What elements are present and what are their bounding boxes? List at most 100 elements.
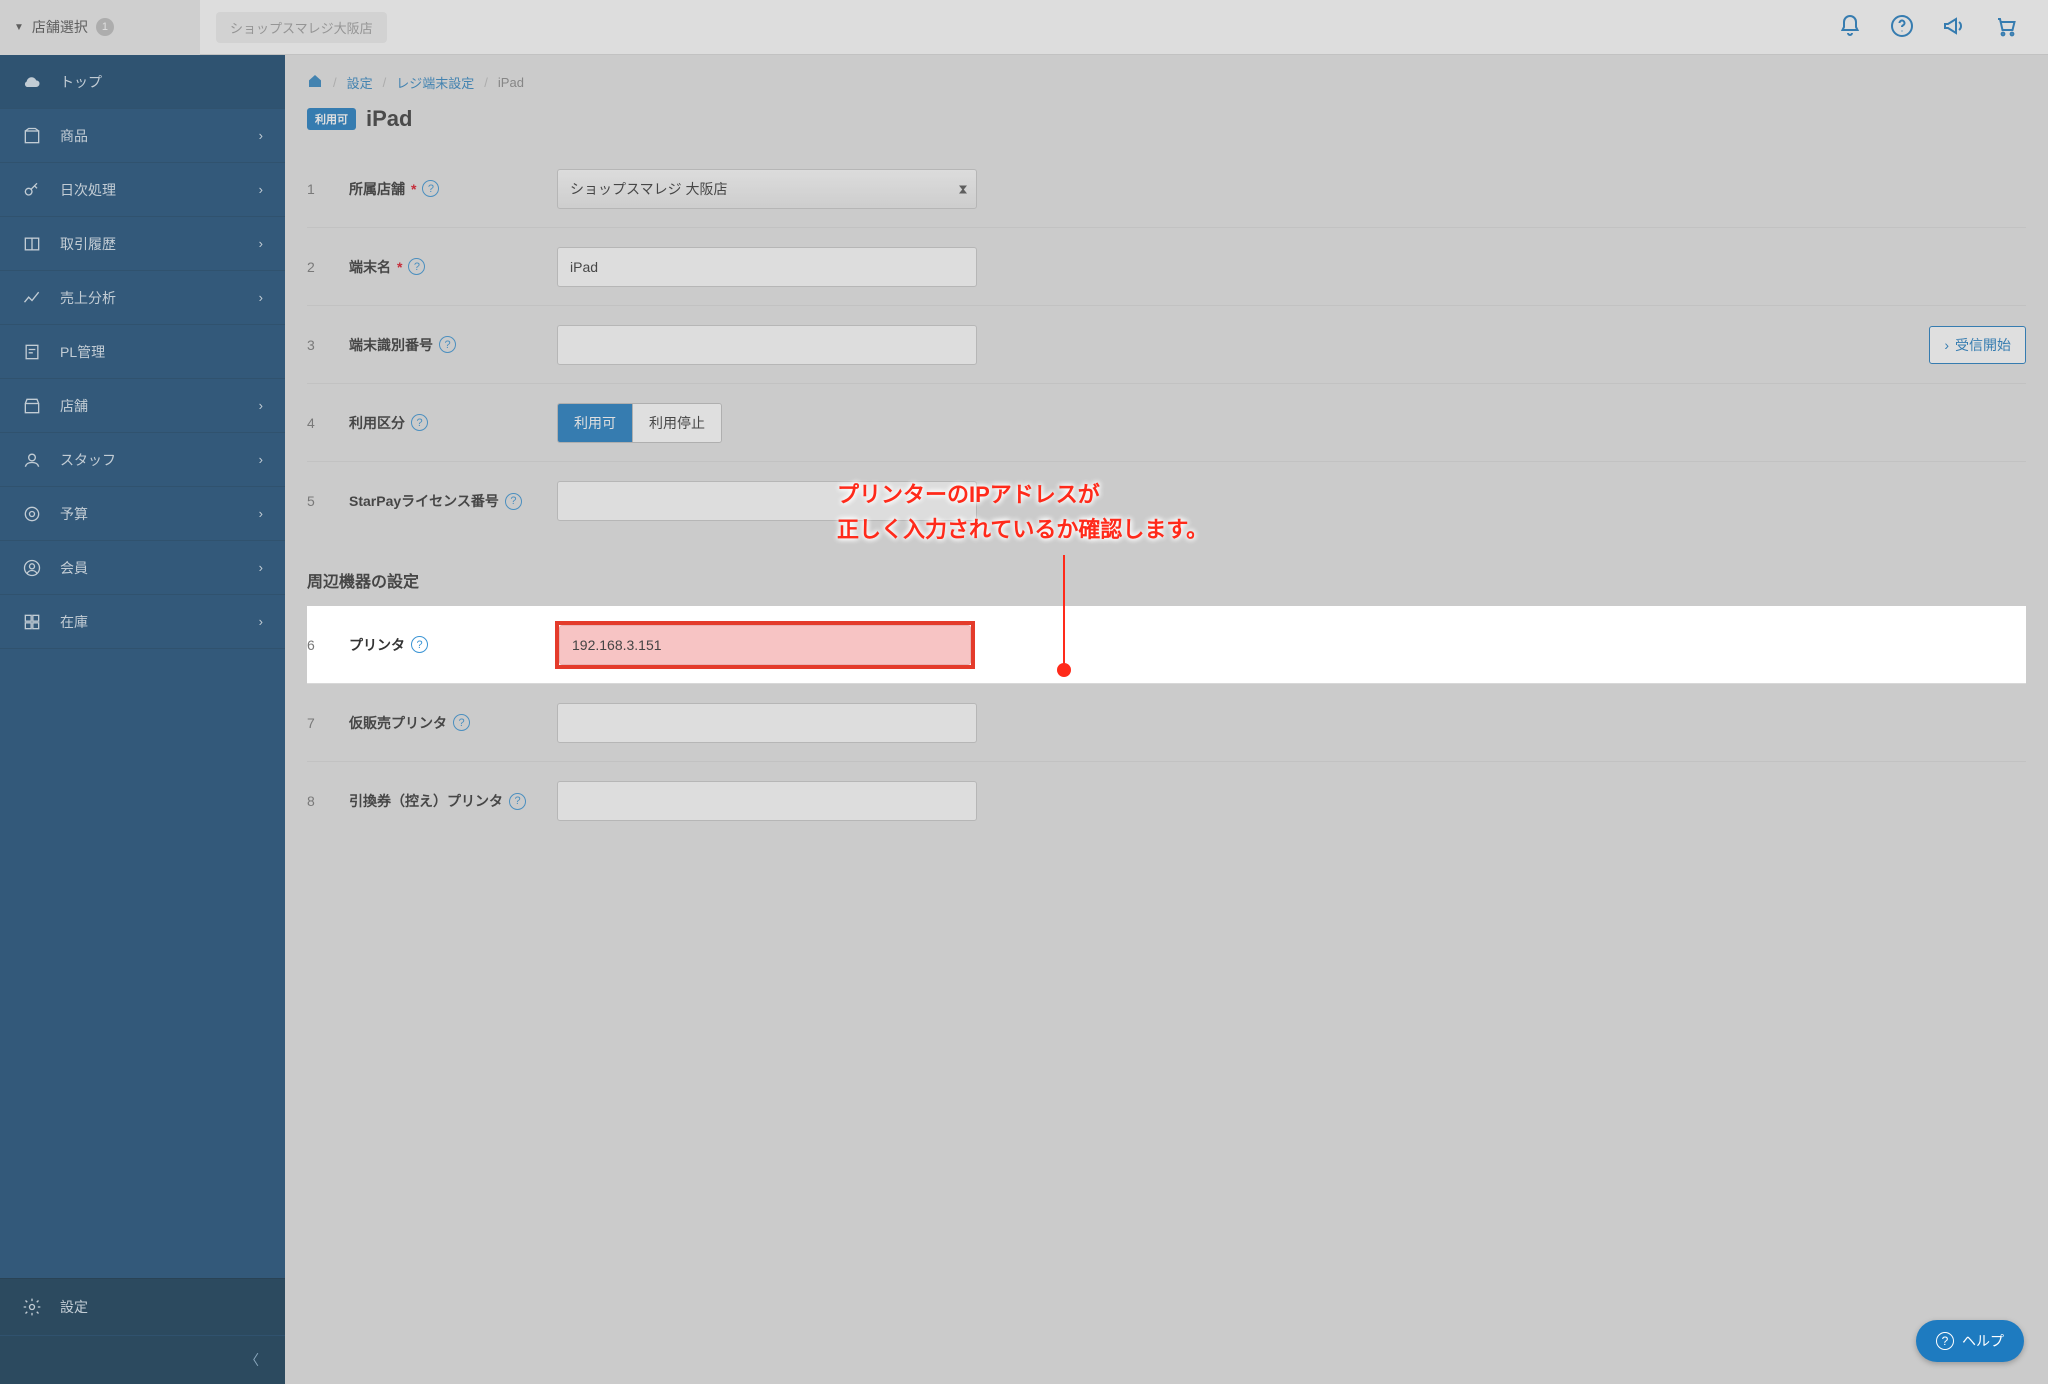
help-icon[interactable]: ? [408, 258, 425, 275]
announcement-icon[interactable] [1942, 14, 1966, 41]
sidebar-item-daily[interactable]: 日次処理 › [0, 163, 285, 217]
store-name-pill[interactable]: ショップスマレジ大阪店 [216, 12, 387, 43]
help-icon[interactable] [1890, 14, 1914, 41]
sidebar-collapse[interactable]: 〈 [0, 1336, 285, 1384]
store-icon [22, 396, 42, 416]
required-mark: * [411, 181, 416, 197]
store-selector[interactable]: ▼ 店舗選択 1 [0, 0, 200, 55]
printer-highlight-frame [557, 623, 973, 667]
row-terminal-id: 3 端末識別番号 ? › 受信開始 [307, 306, 2026, 384]
row-printer: 6 プリンタ ? [307, 606, 2026, 684]
cloud-icon [22, 72, 42, 92]
row-label: プリンタ ? [349, 635, 539, 655]
terminal-name-input[interactable] [557, 247, 977, 287]
sidebar-item-members[interactable]: 会員 › [0, 541, 285, 595]
sidebar-item-label: 予算 [60, 504, 88, 524]
sidebar-item-label: 会員 [60, 558, 88, 578]
sidebar-item-pl[interactable]: PL管理 [0, 325, 285, 379]
start-receive-button[interactable]: › 受信開始 [1929, 326, 2026, 364]
help-icon[interactable]: ? [505, 493, 522, 510]
help-icon: ? [1936, 1332, 1954, 1350]
help-icon[interactable]: ? [439, 336, 456, 353]
key-icon [22, 180, 42, 200]
chevron-right-icon: › [259, 614, 263, 629]
row-number: 5 [307, 493, 331, 509]
row-label: 仮販売プリンタ ? [349, 713, 539, 733]
usage-disabled-button[interactable]: 利用停止 [632, 404, 721, 442]
row-number: 6 [307, 637, 331, 653]
sidebar-item-history[interactable]: 取引履歴 › [0, 217, 285, 271]
grid-icon [22, 612, 42, 632]
help-fab[interactable]: ? ヘルプ [1916, 1320, 2024, 1362]
target-icon [22, 504, 42, 524]
row-voucher-printer: 8 引換券（控え）プリンタ ? [307, 762, 2026, 840]
row-label: 利用区分 ? [349, 413, 539, 433]
sidebar-item-top[interactable]: トップ [0, 55, 285, 109]
starpay-license-input[interactable] [557, 481, 977, 521]
chevron-right-icon: › [259, 236, 263, 251]
box-icon [22, 126, 42, 146]
main-content: / 設定 / レジ端末設定 / iPad 利用可 iPad 1 所属店舗* ? [285, 55, 2048, 1384]
sidebar: トップ 商品 › 日次処理 › 取引履歴 › 売上分析 › PL管理 店舗 [0, 55, 285, 1384]
help-icon[interactable]: ? [422, 180, 439, 197]
store-count-badge: 1 [96, 18, 114, 36]
help-icon[interactable]: ? [453, 714, 470, 731]
sidebar-item-settings[interactable]: 設定 [0, 1278, 285, 1336]
chevron-right-icon: › [259, 128, 263, 143]
sidebar-item-label: 設定 [60, 1297, 88, 1317]
row-terminal-name: 2 端末名* ? [307, 228, 2026, 306]
usable-tag: 利用可 [307, 108, 356, 130]
chevron-right-icon: › [259, 398, 263, 413]
page-title: iPad [366, 106, 412, 132]
row-starpay: 5 StarPayライセンス番号 ? [307, 462, 2026, 540]
breadcrumb-settings[interactable]: 設定 [347, 73, 373, 92]
breadcrumb: / 設定 / レジ端末設定 / iPad [285, 55, 2048, 102]
help-icon[interactable]: ? [509, 793, 526, 810]
sidebar-item-sales[interactable]: 売上分析 › [0, 271, 285, 325]
usage-enabled-button[interactable]: 利用可 [558, 404, 632, 442]
temp-sale-printer-input[interactable] [557, 703, 977, 743]
member-icon [22, 558, 42, 578]
sidebar-item-label: 売上分析 [60, 288, 116, 308]
row-number: 3 [307, 337, 331, 353]
sidebar-item-label: 商品 [60, 126, 88, 146]
chevron-right-icon: › [259, 560, 263, 575]
breadcrumb-home[interactable] [307, 73, 323, 92]
chevron-right-icon: › [259, 182, 263, 197]
help-icon[interactable]: ? [411, 414, 428, 431]
sidebar-item-budget[interactable]: 予算 › [0, 487, 285, 541]
row-label: 端末名* ? [349, 257, 539, 277]
help-fab-label: ヘルプ [1962, 1331, 2004, 1351]
usage-segment: 利用可 利用停止 [557, 403, 722, 443]
store-select[interactable]: ショップスマレジ 大阪店 [557, 169, 977, 209]
sidebar-item-products[interactable]: 商品 › [0, 109, 285, 163]
sidebar-item-stores[interactable]: 店舗 › [0, 379, 285, 433]
row-number: 4 [307, 415, 331, 431]
row-number: 7 [307, 715, 331, 731]
cart-icon[interactable] [1994, 14, 2018, 41]
sidebar-item-label: 取引履歴 [60, 234, 116, 254]
bell-icon[interactable] [1838, 14, 1862, 41]
row-store: 1 所属店舗* ? ショップスマレジ 大阪店 [307, 150, 2026, 228]
chevron-right-icon: › [1944, 337, 1949, 353]
row-label: 引換券（控え）プリンタ ? [349, 791, 539, 811]
chart-icon [22, 288, 42, 308]
breadcrumb-terminal-settings[interactable]: レジ端末設定 [396, 73, 474, 92]
sidebar-item-label: 店舗 [60, 396, 88, 416]
home-icon [307, 73, 323, 89]
user-icon [22, 450, 42, 470]
terminal-id-input[interactable] [557, 325, 977, 365]
chevron-right-icon: › [259, 290, 263, 305]
chevron-down-icon: ▼ [14, 22, 24, 33]
row-number: 1 [307, 181, 331, 197]
sidebar-item-label: PL管理 [60, 342, 105, 362]
printer-ip-input[interactable] [559, 625, 971, 665]
sidebar-item-staff[interactable]: スタッフ › [0, 433, 285, 487]
book-icon [22, 234, 42, 254]
row-number: 2 [307, 259, 331, 275]
voucher-printer-input[interactable] [557, 781, 977, 821]
help-icon[interactable]: ? [411, 636, 428, 653]
report-icon [22, 342, 42, 362]
sidebar-item-stock[interactable]: 在庫 › [0, 595, 285, 649]
gear-icon [22, 1297, 42, 1317]
